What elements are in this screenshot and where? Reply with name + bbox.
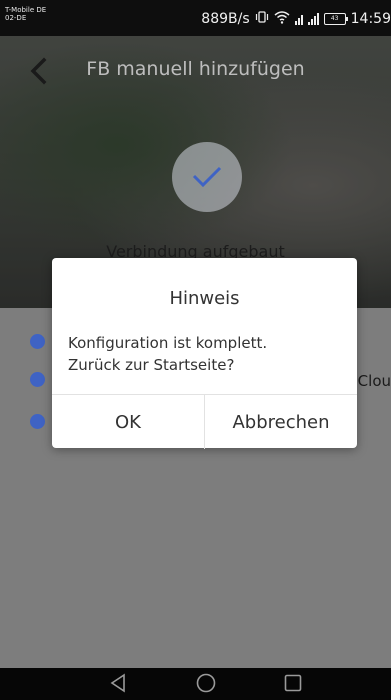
dialog-message-line: Konfiguration ist komplett.: [68, 334, 268, 352]
step-check-icon: [30, 334, 45, 349]
checkmark-circle: [172, 142, 242, 212]
dialog-button-row: OK Abbrechen: [52, 394, 357, 449]
signal-icon-2: [307, 13, 319, 25]
battery-icon: 43: [323, 13, 348, 25]
navigation-bar: [0, 668, 391, 700]
confirm-dialog: Hinweis Konfiguration ist komplett. Zurü…: [52, 258, 357, 449]
dialog-message-line: Zurück zur Startseite?: [68, 356, 235, 374]
square-recent-icon[interactable]: [283, 672, 303, 698]
page-title: FB manuell hinzufügen: [86, 58, 305, 80]
step-check-icon: [30, 414, 45, 429]
vibrate-icon: [255, 10, 269, 28]
ok-button[interactable]: OK: [52, 395, 204, 449]
triangle-back-icon[interactable]: [108, 672, 128, 698]
circle-home-icon[interactable]: [195, 672, 217, 698]
checkmark-icon: [192, 166, 222, 188]
step-check-icon: [30, 372, 45, 387]
dialog-message: Konfiguration ist komplett. Zurück zur S…: [68, 332, 348, 376]
network-speed: 889B/s: [201, 11, 250, 27]
signal-icon: [294, 13, 303, 25]
wifi-icon: [274, 10, 290, 28]
dialog-title: Hinweis: [169, 288, 240, 309]
cloud-label-fragment: Clou: [357, 372, 391, 390]
status-bar: T-Mobile DE 02-DE 889B/s 43 14:59: [0, 0, 391, 36]
carrier-label: T-Mobile DE 02-DE: [5, 6, 47, 22]
cancel-button[interactable]: Abbrechen: [204, 395, 357, 449]
status-indicators: 889B/s 43 14:59: [201, 10, 391, 28]
clock: 14:59: [350, 11, 391, 27]
